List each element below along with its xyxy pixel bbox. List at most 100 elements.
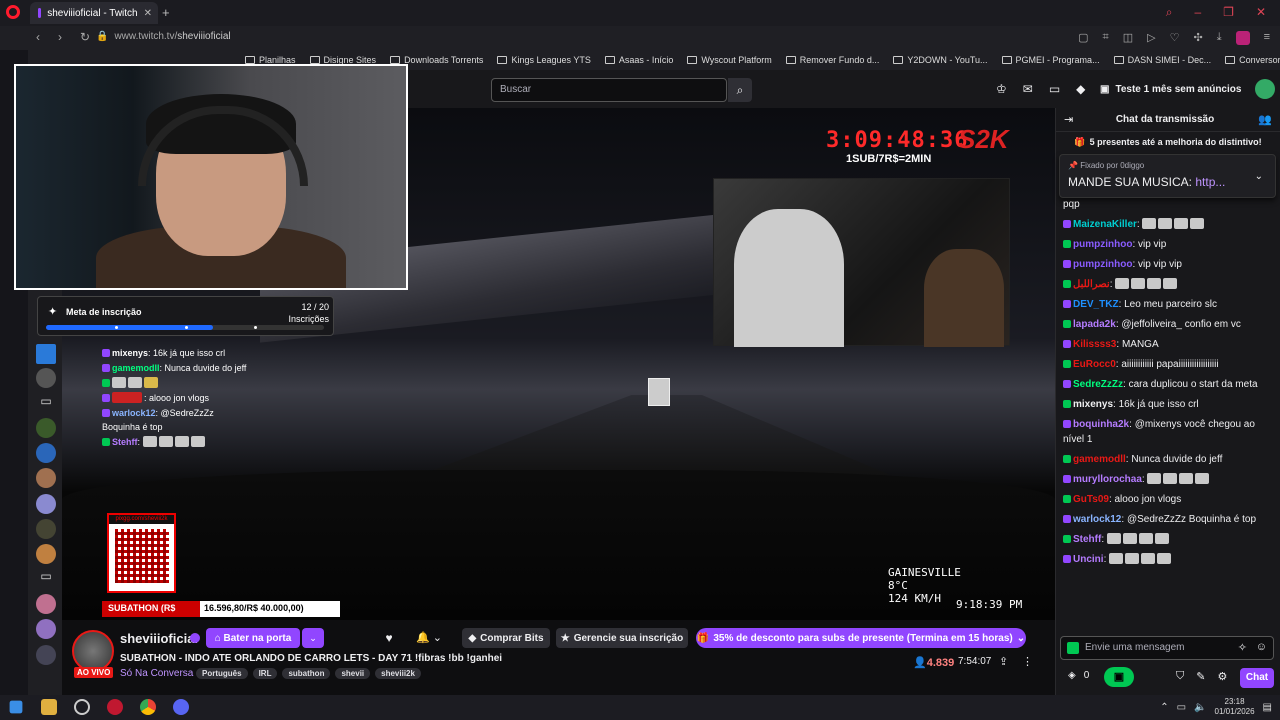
camera-icon[interactable]: ◫ [1123, 31, 1133, 45]
collapse-chat-icon[interactable]: ⇥ [1064, 113, 1073, 126]
bits-cheer-icon[interactable]: ✧ [1238, 641, 1247, 654]
chat-username[interactable]: pumpzinhoo [1073, 239, 1132, 250]
url-field[interactable]: 🔒 www.twitch.tv/sheviiioficial [96, 31, 231, 42]
minimize-icon[interactable]: – [1194, 5, 1201, 20]
opera-logo-icon[interactable] [6, 5, 20, 19]
video-channel-icon[interactable]: ▭ [36, 569, 56, 589]
tag[interactable]: shevii [335, 668, 371, 679]
inbox-icon[interactable]: ✉ [1023, 82, 1033, 96]
community-icon[interactable]: 👥 [1258, 113, 1272, 126]
channel-points[interactable]: ◈ 0 [1068, 670, 1089, 681]
video-channel-icon[interactable]: ▭ [36, 394, 56, 414]
heart-icon[interactable]: ♡ [1170, 31, 1180, 45]
search-input[interactable]: Buscar [491, 78, 727, 102]
gear-icon[interactable]: ⚙ [1217, 670, 1227, 683]
tag[interactable]: subathon [282, 668, 331, 679]
search-tabs-icon[interactable]: ⌕ [1166, 5, 1173, 20]
maximize-icon[interactable]: ❐ [1223, 5, 1234, 20]
notifications-icon[interactable]: ▤ [1263, 702, 1272, 713]
chat-username[interactable]: gamemodll [1073, 454, 1126, 465]
sidebar-channel-avatar[interactable] [36, 344, 56, 364]
chat-username[interactable]: warlock12 [1073, 514, 1121, 525]
chat-username[interactable]: mixenys [1073, 399, 1113, 410]
extension-icon[interactable]: ▢ [1078, 31, 1088, 45]
chat-username[interactable]: DEV_TKZ [1073, 299, 1119, 310]
user-avatar[interactable] [1255, 79, 1275, 99]
menu-icon[interactable]: ≡ [1264, 31, 1270, 45]
notifications-bell-icon[interactable]: 🔔 ⌄ [416, 628, 452, 648]
subscription-goal[interactable]: ✦ Meta de inscrição 12 / 20 Inscrições [37, 296, 334, 336]
reload-icon[interactable]: ↻ [80, 30, 90, 44]
sidebar-channel-avatar[interactable] [36, 443, 56, 463]
chat-username[interactable]: muryllorochaa [1073, 474, 1142, 485]
chat-username[interactable]: نصراللبل [1073, 279, 1110, 290]
bookmark-item[interactable]: Conversor de You... [1225, 55, 1280, 65]
sidebar-channel-avatar[interactable] [36, 519, 56, 539]
volume-icon[interactable]: 🔈 [1194, 702, 1206, 713]
puzzle-icon[interactable]: ✣ [1193, 31, 1202, 45]
chat-username[interactable]: boquinha2k [1073, 419, 1129, 430]
bookmark-item[interactable]: PGMEI - Programa... [1001, 55, 1100, 65]
clock[interactable]: 23:18 01/01/2026 [1215, 697, 1255, 717]
play-icon[interactable]: ▷ [1147, 31, 1155, 45]
sidebar-channel-avatar[interactable] [36, 468, 56, 488]
windows-start-icon[interactable] [9, 700, 23, 714]
sidebar-channel-avatar[interactable] [36, 619, 56, 639]
app-icon[interactable] [74, 699, 90, 715]
share-icon[interactable]: ⇪ [999, 655, 1008, 668]
tag[interactable]: IRL [252, 668, 278, 679]
chat-username[interactable]: pumpzinhoo [1073, 259, 1132, 270]
opera-icon[interactable] [107, 699, 123, 715]
follow-heart-icon[interactable]: ♥ [378, 628, 400, 648]
bookmark-item[interactable]: DASN SIMEI - Dec... [1113, 55, 1211, 65]
pinned-message[interactable]: 📌 Fixado por 0diggo MANDE SUA MUSICA: ht… [1059, 154, 1276, 198]
pinned-link[interactable]: http... [1195, 175, 1225, 189]
close-tab-icon[interactable]: ✕ [144, 8, 152, 19]
bookmark-item[interactable]: Kings Leagues YTS [497, 55, 591, 65]
chevron-down-icon[interactable]: ⌄ [302, 628, 324, 648]
search-icon[interactable]: ⌕ [728, 78, 752, 102]
more-options-icon[interactable]: ⋮ [1022, 655, 1033, 668]
network-icon[interactable]: ▭ [1177, 702, 1186, 713]
ad-free-trial-button[interactable]: ▣ Teste 1 mês sem anúncios [1100, 78, 1241, 100]
buy-bits-button[interactable]: ◆ Comprar Bits [462, 628, 550, 648]
knock-door-button[interactable]: ⌂ Bater na porta [206, 628, 300, 648]
chat-username[interactable]: GuTs09 [1073, 494, 1109, 505]
pencil-icon[interactable]: ✎ [1196, 670, 1205, 683]
bookmark-item[interactable]: Asaas - Início [604, 55, 673, 65]
close-window-icon[interactable]: ✕ [1256, 5, 1266, 20]
forward-icon[interactable]: › [58, 30, 62, 44]
chat-username[interactable]: Uncini [1073, 554, 1104, 565]
chevron-up-icon[interactable]: ⌃ [1160, 702, 1168, 713]
chat-username[interactable]: EuRocc0 [1073, 359, 1116, 370]
gift-badge-notice[interactable]: 🎁 5 presentes até a melhoria do distintiv… [1062, 134, 1274, 150]
bits-icon[interactable]: ◆ [1076, 82, 1085, 96]
tag[interactable]: sheviii2k [375, 668, 421, 679]
streamer-name[interactable]: sheviiioficial [120, 631, 198, 646]
sidebar-channel-avatar[interactable] [36, 368, 56, 388]
whispers-icon[interactable]: ▭ [1049, 82, 1060, 96]
shield-icon[interactable]: ⛉ [1176, 670, 1184, 683]
bookmark-item[interactable]: Remover Fundo d... [785, 55, 879, 65]
chat-send-button[interactable]: Chat [1240, 668, 1274, 688]
tag[interactable]: Português [196, 668, 248, 679]
points-reward-icon[interactable]: ▣ [1104, 667, 1134, 687]
chat-username[interactable]: MaizenaKiller [1073, 219, 1137, 230]
download-icon[interactable]: ⤓ [1217, 31, 1222, 45]
new-tab-icon[interactable]: + [162, 5, 170, 20]
chat-username[interactable]: Stehff [1073, 534, 1101, 545]
streamer-avatar[interactable] [72, 630, 114, 672]
bookmark-item[interactable]: Wyscout Platform [687, 55, 772, 65]
chevron-down-icon[interactable]: ⌄ [1255, 171, 1263, 182]
back-icon[interactable]: ‹ [36, 30, 40, 44]
sidebar-channel-avatar[interactable] [36, 645, 56, 665]
chrome-icon[interactable] [140, 699, 156, 715]
chat-message-input[interactable]: Envie uma mensagem ✧ ☺ [1060, 636, 1274, 660]
emote-picker-icon[interactable]: ☺ [1256, 641, 1267, 653]
file-explorer-icon[interactable] [41, 699, 57, 715]
stream-category[interactable]: Só Na Conversa [120, 668, 193, 679]
manage-subscription-button[interactable]: ★ Gerencie sua inscrição [556, 628, 688, 648]
discord-icon[interactable] [173, 699, 189, 715]
sidebar-channel-avatar[interactable] [36, 594, 56, 614]
badge-icon[interactable] [1067, 642, 1079, 654]
